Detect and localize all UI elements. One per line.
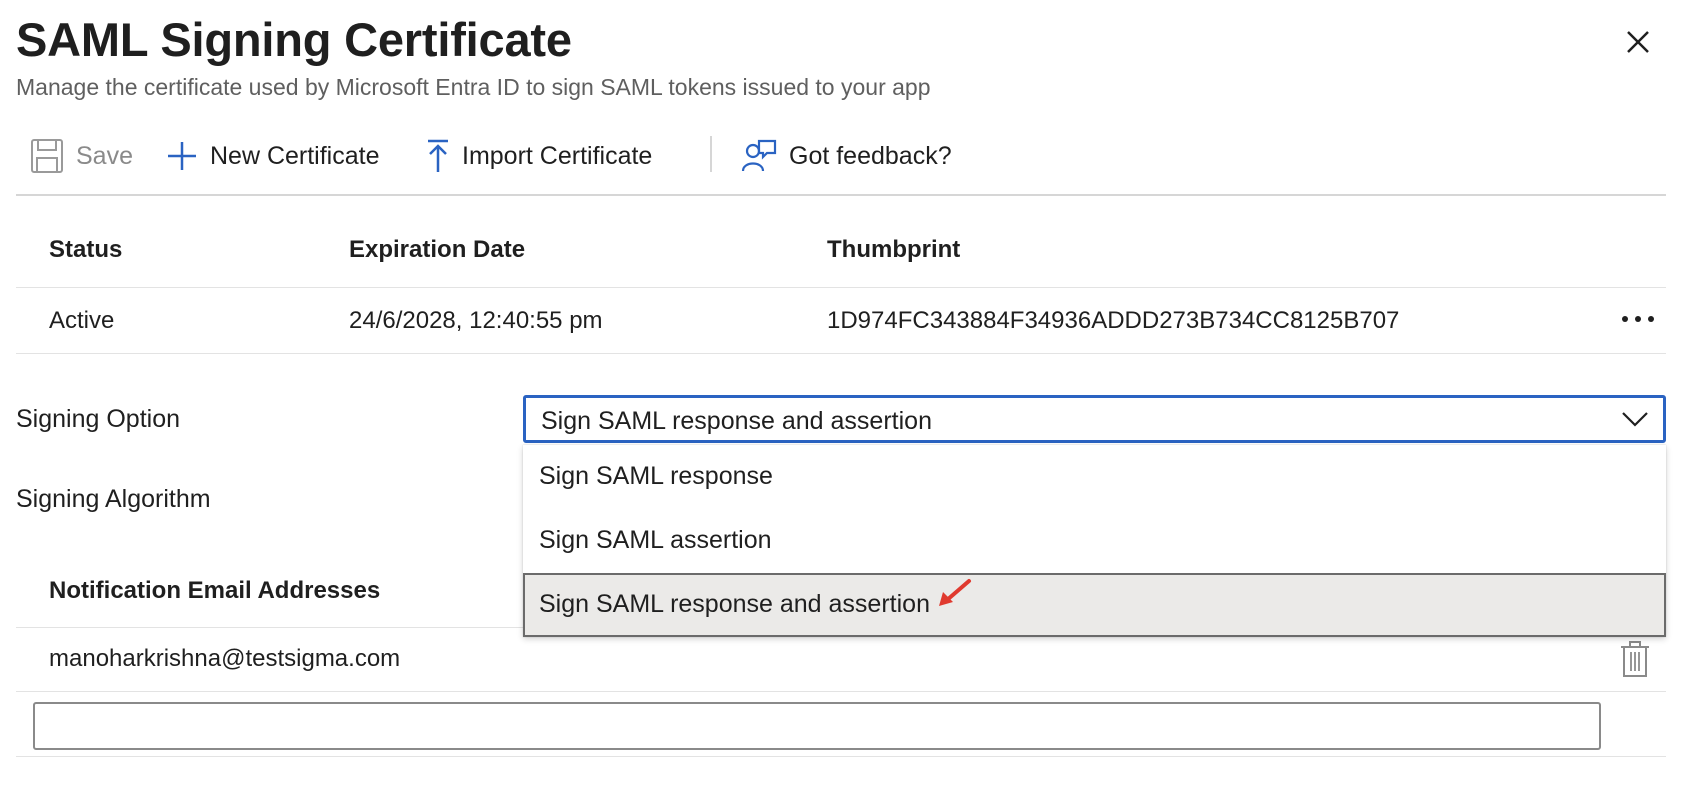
table-row: Active 24/6/2028, 12:40:55 pm 1D974FC343…: [16, 288, 1666, 354]
dropdown-option-response[interactable]: Sign SAML response: [523, 445, 1666, 509]
new-certificate-label: New Certificate: [210, 141, 380, 170]
signing-option-select[interactable]: Sign SAML response and assertion: [523, 395, 1666, 443]
more-horizontal-icon: [1622, 316, 1654, 322]
save-icon: [31, 139, 63, 173]
dropdown-option-response-and-assertion[interactable]: Sign SAML response and assertion: [523, 573, 1666, 637]
certificate-status: Active: [49, 307, 115, 334]
notification-email: manoharkrishna@testsigma.com: [49, 645, 401, 672]
certificate-thumbprint: 1D974FC343884F34936ADDD273B734CC8125B707: [827, 307, 1400, 334]
new-certificate-button[interactable]: New Certificate: [166, 136, 380, 176]
notification-table-header: Notification Email Addresses: [16, 560, 523, 628]
notification-email-header: Notification Email Addresses: [49, 577, 381, 604]
toolbar-divider: [710, 136, 712, 172]
row-more-button[interactable]: [1618, 304, 1658, 334]
column-header-expiration: Expiration Date: [349, 236, 526, 263]
upload-arrow-icon: [428, 139, 448, 172]
chevron-down-icon: [1622, 412, 1648, 427]
page-subtitle: Manage the certificate used by Microsoft…: [16, 74, 931, 100]
signing-algorithm-label: Signing Algorithm: [16, 485, 211, 513]
delete-email-button[interactable]: [1618, 640, 1652, 678]
certificate-expiration: 24/6/2028, 12:40:55 pm: [349, 307, 603, 334]
save-label: Save: [76, 141, 133, 170]
column-header-thumbprint: Thumbprint: [827, 236, 961, 263]
new-email-input[interactable]: [33, 702, 1601, 750]
option-label: Sign SAML response: [539, 462, 773, 490]
feedback-button[interactable]: Got feedback?: [741, 136, 952, 176]
annotation-arrow-icon: [939, 579, 971, 606]
close-button[interactable]: [1618, 22, 1658, 62]
option-label: Sign SAML response and assertion: [539, 590, 930, 618]
plus-icon: [168, 142, 196, 170]
certificate-table-header: Status Expiration Date Thumbprint: [16, 212, 1666, 288]
signing-option-dropdown: Sign SAML response Sign SAML assertion S…: [523, 445, 1666, 637]
option-label: Sign SAML assertion: [539, 526, 772, 554]
list-item: manoharkrishna@testsigma.com: [16, 628, 1666, 692]
feedback-person-icon: [741, 139, 777, 172]
column-header-status: Status: [49, 236, 123, 263]
trash-icon: [1621, 641, 1649, 677]
close-icon: [1627, 31, 1649, 53]
save-button[interactable]: Save: [30, 136, 133, 176]
divider: [16, 756, 1666, 757]
signing-option-value: Sign SAML response and assertion: [541, 407, 932, 435]
import-certificate-label: Import Certificate: [462, 141, 653, 170]
command-toolbar: Save New Certificate Import Certificate …: [16, 122, 1666, 196]
import-certificate-button[interactable]: Import Certificate: [426, 136, 652, 176]
signing-option-label: Signing Option: [16, 405, 181, 433]
feedback-label: Got feedback?: [789, 141, 952, 170]
page-title: SAML Signing Certificate: [16, 13, 572, 66]
dropdown-option-assertion[interactable]: Sign SAML assertion: [523, 509, 1666, 573]
